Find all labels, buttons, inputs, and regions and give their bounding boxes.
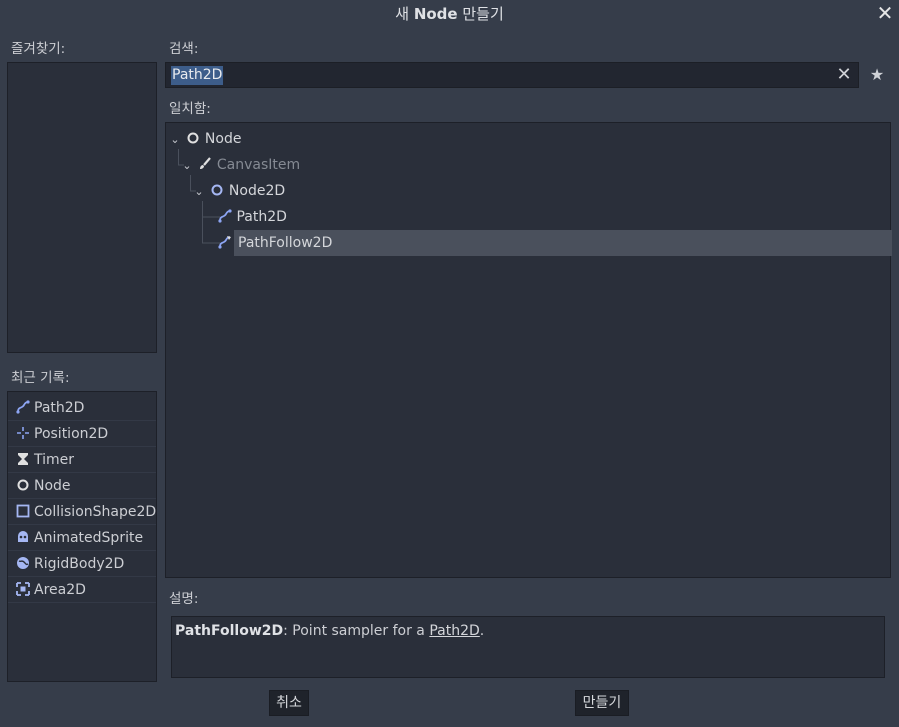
recent-item-label: Position2D bbox=[34, 426, 109, 442]
tree-item-label: Node bbox=[204, 131, 242, 147]
collision-shape-icon bbox=[16, 504, 30, 518]
tree-item-canvasitem[interactable]: ⌄ CanvasItem bbox=[182, 152, 886, 178]
recent-item[interactable]: Node bbox=[8, 473, 156, 499]
position-icon bbox=[17, 427, 29, 439]
tree-item-node2d[interactable]: ⌄ Node2D bbox=[194, 178, 886, 204]
favorites-list[interactable] bbox=[7, 62, 157, 353]
circle-icon bbox=[187, 132, 199, 144]
tree-item-label: CanvasItem bbox=[216, 157, 301, 173]
description-text: PathFollow2D: Point sampler for a Path2D… bbox=[175, 623, 484, 639]
recent-item-label: Node bbox=[34, 478, 71, 494]
tree-item-label: PathFollow2D bbox=[238, 235, 333, 251]
dialog-title: 새 Node 만들기 bbox=[0, 0, 899, 28]
recent-item-label: Timer bbox=[34, 452, 75, 468]
description-end: . bbox=[479, 623, 485, 639]
description-body: : Point sampler for a bbox=[283, 623, 430, 639]
recent-item[interactable]: AnimatedSprite bbox=[8, 525, 156, 551]
search-label: 검색: bbox=[169, 41, 199, 57]
matches-tree: ⌄ Node ⌄ CanvasItem ⌄ Node2D Path2D Path… bbox=[165, 122, 892, 578]
search-value: Path2D bbox=[171, 66, 224, 85]
cancel-button[interactable]: 취소 bbox=[269, 690, 309, 716]
description-box: PathFollow2D: Point sampler for a Path2D… bbox=[171, 616, 885, 678]
brush-icon bbox=[200, 157, 212, 169]
create-button[interactable]: 만들기 bbox=[575, 690, 629, 716]
description-label: 설명: bbox=[169, 591, 199, 607]
title-bold: Node bbox=[413, 5, 458, 23]
search-input[interactable]: Path2D ✕ bbox=[165, 62, 859, 88]
matches-label: 일치함: bbox=[169, 101, 211, 117]
tree-item-pathfollow2d[interactable]: PathFollow2D bbox=[218, 230, 892, 256]
description-link[interactable]: Path2D bbox=[429, 623, 479, 639]
path-follow-icon bbox=[218, 236, 231, 249]
recent-item[interactable]: Area2D bbox=[8, 577, 156, 603]
animated-sprite-icon bbox=[18, 531, 28, 542]
area-icon bbox=[16, 582, 30, 596]
circle-icon bbox=[211, 184, 223, 196]
chevron-down-icon[interactable]: ⌄ bbox=[182, 153, 192, 179]
title-prefix: 새 bbox=[395, 5, 410, 23]
path-icon bbox=[218, 209, 232, 223]
recent-item[interactable]: CollisionShape2D bbox=[8, 499, 156, 525]
recent-list: Path2D Position2D Timer Node CollisionSh… bbox=[7, 391, 157, 682]
title-suffix: 만들기 bbox=[462, 5, 504, 23]
hourglass-icon bbox=[18, 453, 28, 465]
recent-item-label: CollisionShape2D bbox=[34, 504, 157, 520]
favorite-star-icon[interactable]: ★ bbox=[867, 65, 887, 85]
recent-label: 최근 기록: bbox=[11, 370, 70, 386]
recent-item-label: RigidBody2D bbox=[34, 556, 125, 572]
close-icon[interactable]: ✕ bbox=[874, 2, 896, 24]
tree-item-label: Node2D bbox=[228, 183, 286, 199]
recent-item-label: Area2D bbox=[34, 582, 86, 598]
tree-item-path2d[interactable]: Path2D bbox=[218, 204, 886, 230]
recent-item[interactable]: Position2D bbox=[8, 421, 156, 447]
chevron-down-icon[interactable]: ⌄ bbox=[194, 179, 204, 205]
recent-item[interactable]: RigidBody2D bbox=[8, 551, 156, 577]
circle-icon bbox=[17, 479, 29, 491]
rigid-body-icon bbox=[17, 557, 29, 569]
recent-item[interactable]: Path2D bbox=[8, 395, 156, 421]
recent-item-label: AnimatedSprite bbox=[34, 530, 144, 546]
chevron-down-icon[interactable]: ⌄ bbox=[170, 127, 180, 153]
path-icon bbox=[16, 400, 30, 414]
clear-icon[interactable]: ✕ bbox=[834, 64, 854, 86]
favorites-label: 즐겨찾기: bbox=[11, 41, 66, 57]
tree-item-node[interactable]: ⌄ Node bbox=[170, 126, 886, 152]
recent-item-label: Path2D bbox=[34, 400, 85, 416]
recent-item[interactable]: Timer bbox=[8, 447, 156, 473]
description-class-name: PathFollow2D bbox=[175, 623, 284, 639]
tree-item-label: Path2D bbox=[236, 209, 287, 225]
selection-highlight: PathFollow2D bbox=[234, 230, 892, 256]
